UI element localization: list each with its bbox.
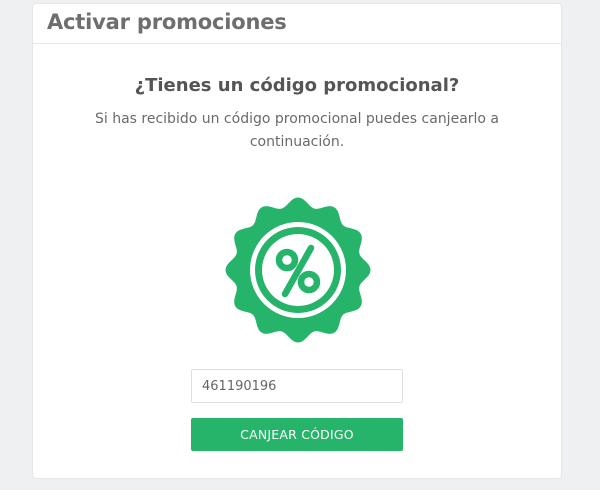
redeem-code-button[interactable]: CANJEAR CÓDIGO — [191, 418, 403, 451]
promo-description: Si has recibido un código promocional pu… — [94, 111, 500, 150]
promo-code-input[interactable] — [191, 369, 403, 403]
promotions-card: Activar promociones ¿Tienes un código pr… — [32, 3, 562, 479]
card-header: Activar promociones — [33, 4, 561, 44]
promo-heading: ¿Tienes un código promocional? — [134, 75, 460, 96]
card-title: Activar promociones — [47, 10, 287, 34]
percent-badge-icon — [225, 197, 371, 343]
